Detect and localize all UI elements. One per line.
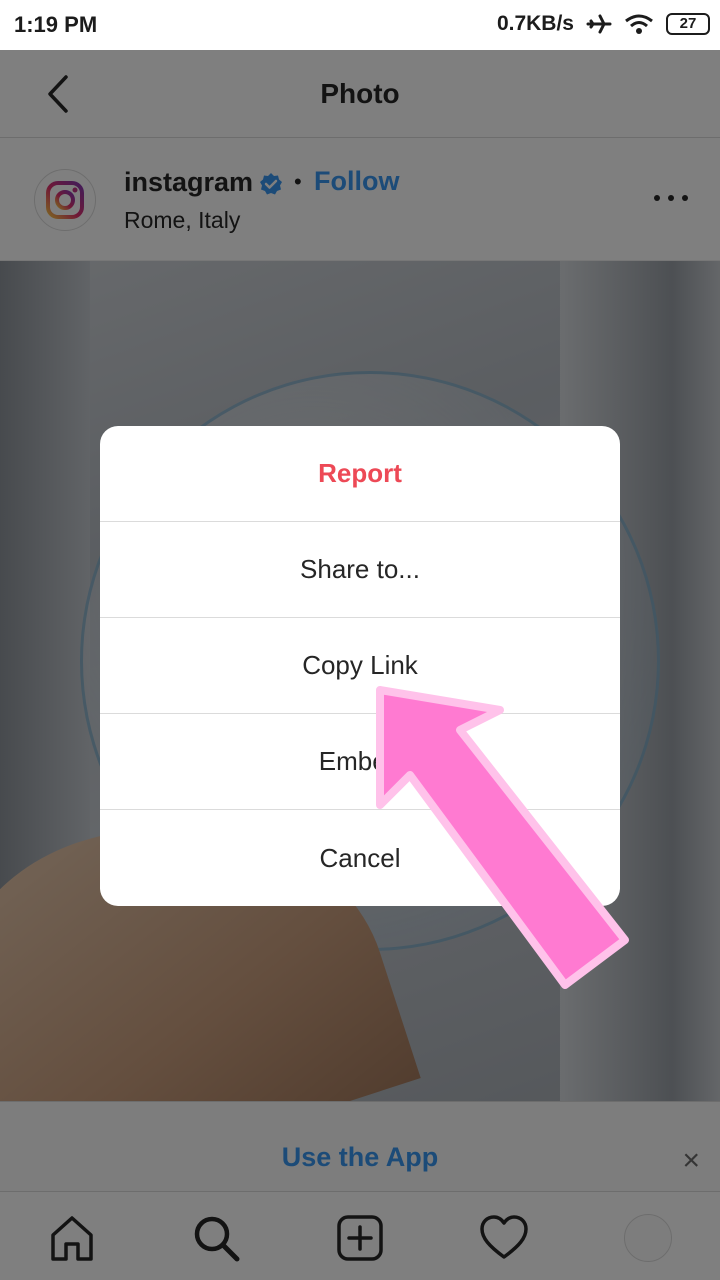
airplane-icon — [586, 14, 612, 34]
options-dialog: Report Share to... Copy Link Embed Cance… — [100, 426, 620, 906]
status-time: 1:19 PM — [14, 12, 98, 37]
status-right: 0.7KB/s 27 — [497, 12, 710, 36]
report-button[interactable]: Report — [100, 426, 620, 522]
copy-link-button[interactable]: Copy Link — [100, 618, 620, 714]
embed-button[interactable]: Embed — [100, 714, 620, 810]
status-bar: 1:19 PM 0.7KB/s 27 — [0, 0, 720, 50]
battery-icon: 27 — [666, 13, 710, 35]
share-to-button[interactable]: Share to... — [100, 522, 620, 618]
cancel-button[interactable]: Cancel — [100, 810, 620, 906]
wifi-icon — [625, 14, 653, 34]
network-speed: 0.7KB/s — [496, 12, 574, 35]
